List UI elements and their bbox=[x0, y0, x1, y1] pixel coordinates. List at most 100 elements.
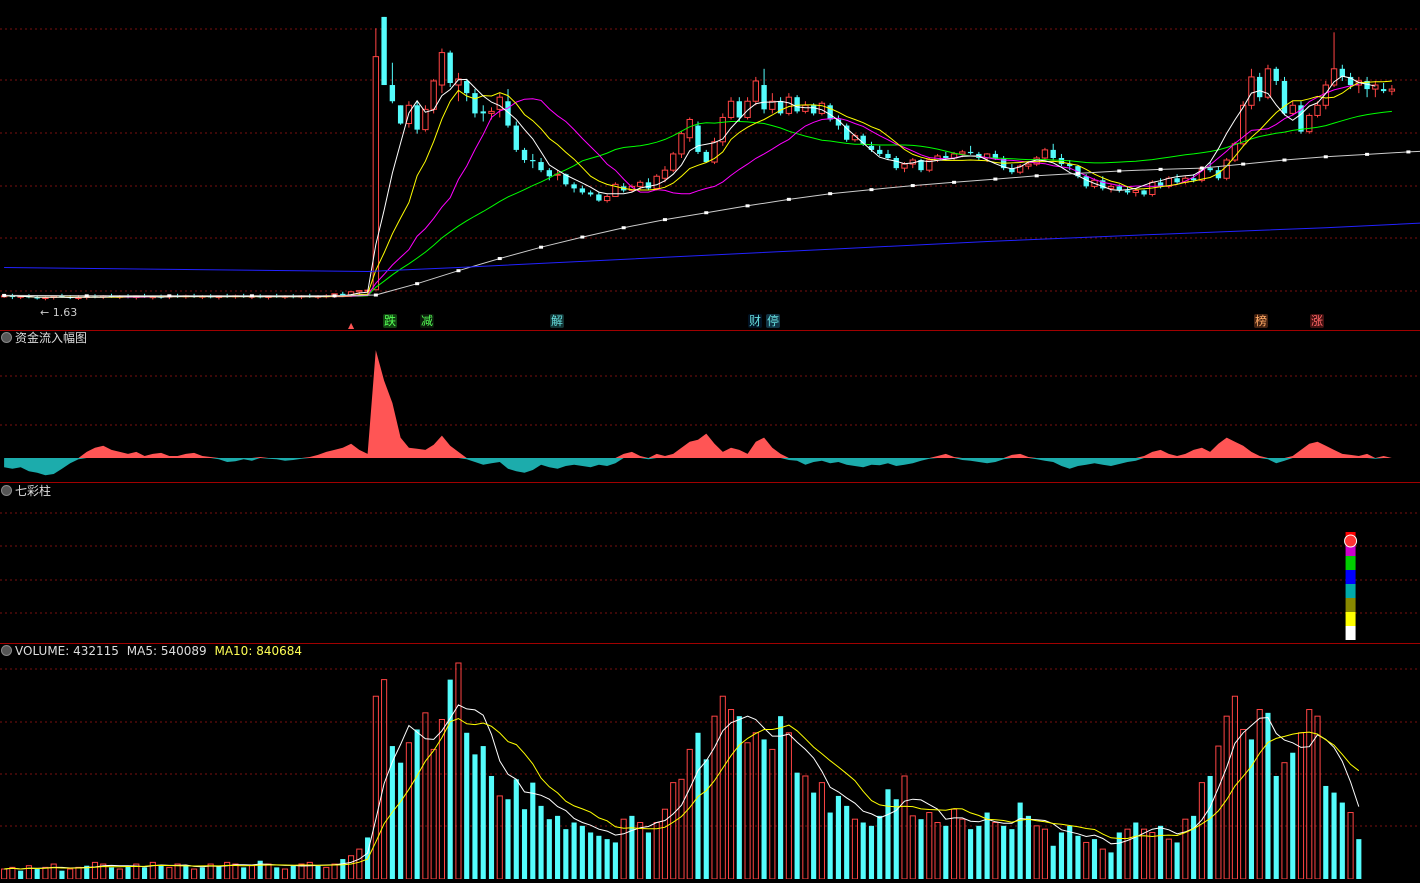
volume-bar-down bbox=[1067, 825, 1073, 879]
panel-toggle-icon[interactable] bbox=[1, 485, 12, 496]
volume-bar-down bbox=[778, 716, 784, 879]
volume-bar-up bbox=[1124, 828, 1131, 880]
volume-bar-down bbox=[447, 679, 453, 879]
volume-bar-down bbox=[968, 829, 974, 879]
volume-bar-down bbox=[612, 842, 618, 879]
volume-bar-down bbox=[521, 809, 528, 879]
rainbow-segment bbox=[1345, 556, 1356, 570]
signal-label[interactable]: 停 bbox=[766, 314, 781, 328]
signal-label[interactable]: 涨 bbox=[1310, 314, 1325, 328]
volume-bar-up bbox=[727, 709, 735, 880]
ma60-marker bbox=[828, 192, 833, 196]
candle-body-up bbox=[1025, 163, 1032, 167]
ma60-marker bbox=[952, 180, 957, 184]
volume-bar-down bbox=[1191, 815, 1197, 879]
volume-bar-down bbox=[398, 762, 404, 879]
volume-bar-up bbox=[224, 861, 231, 880]
signal-label[interactable]: 解 bbox=[550, 314, 565, 328]
ma60-marker bbox=[662, 218, 667, 222]
volume-bar-up bbox=[909, 815, 916, 880]
candle-body-down bbox=[794, 97, 800, 112]
volume-bar-down bbox=[1009, 829, 1015, 879]
volume-bar-up bbox=[50, 863, 57, 880]
candle-body-down bbox=[1380, 89, 1387, 92]
signal-label[interactable]: 减 bbox=[420, 314, 435, 328]
candle-body-up bbox=[1132, 189, 1139, 193]
volume-bar-up bbox=[323, 866, 330, 880]
candle-body-up bbox=[430, 80, 437, 110]
candle-body-up bbox=[1289, 104, 1296, 114]
volume-bar-down bbox=[1108, 852, 1114, 879]
candle-body-down bbox=[587, 192, 594, 195]
volume-panel[interactable] bbox=[1, 662, 1362, 880]
candle-body-up bbox=[1107, 185, 1115, 189]
volume-value: 432115 bbox=[73, 644, 119, 658]
volume-bar-down bbox=[1290, 752, 1296, 879]
rainbow-segment bbox=[1345, 570, 1356, 584]
volume-ma5-line bbox=[4, 704, 1360, 870]
ma60-marker bbox=[84, 294, 89, 298]
volume-bar-down bbox=[1356, 839, 1362, 879]
volume-bar-up bbox=[670, 782, 677, 880]
volume-bar-up bbox=[149, 861, 156, 880]
volume-bar-down bbox=[1207, 775, 1213, 879]
volume-bar-up bbox=[901, 775, 908, 880]
ma60-marker bbox=[1282, 158, 1287, 162]
volume-bar-up bbox=[1182, 818, 1189, 880]
ma60-marker bbox=[1323, 155, 1328, 159]
volume-bar-down bbox=[555, 815, 561, 879]
signal-label[interactable]: 财 bbox=[748, 314, 763, 328]
candle-body-down bbox=[1124, 190, 1131, 193]
volume-bar-up bbox=[678, 778, 685, 880]
volume-bar-down bbox=[835, 795, 841, 879]
rainbow-bar-panel[interactable] bbox=[1344, 532, 1358, 640]
fund-flow-panel[interactable] bbox=[4, 350, 1392, 476]
ma60-marker bbox=[621, 226, 626, 230]
volume-panel-title: VOLUME: 432115 MA5: 540089 MA10: 840684 bbox=[0, 644, 302, 658]
panel-toggle-icon[interactable] bbox=[1, 332, 12, 343]
volume-bar-up bbox=[331, 863, 338, 880]
candle-body-up bbox=[42, 296, 49, 299]
ma60-marker bbox=[167, 294, 172, 298]
candle-body-down bbox=[1050, 149, 1056, 158]
volume-bar-up bbox=[802, 775, 809, 880]
candle-body-down bbox=[1273, 68, 1279, 81]
volume-bar-down bbox=[513, 779, 519, 879]
volume-bar-down bbox=[315, 865, 321, 879]
candle-body-down bbox=[703, 151, 709, 163]
candle-body-down bbox=[943, 155, 949, 158]
volume-bar-up bbox=[851, 818, 859, 880]
candle-body-up bbox=[661, 169, 669, 179]
candle-body-up bbox=[802, 104, 809, 112]
volume-bar-up bbox=[348, 855, 355, 880]
signal-labels: 跌 减 解 财停 榜 涨 ▲ bbox=[0, 314, 1420, 330]
volume-bar-down bbox=[868, 825, 875, 879]
candle-body-down bbox=[447, 52, 453, 83]
panel-toggle-icon[interactable] bbox=[1, 645, 12, 656]
candle-body-down bbox=[645, 182, 652, 189]
ma60-marker bbox=[580, 235, 585, 239]
volume-bar-down bbox=[976, 825, 982, 879]
rainbow-segment bbox=[1345, 612, 1356, 626]
volume-bar-up bbox=[1231, 695, 1238, 880]
volume-bar-down bbox=[1017, 802, 1023, 879]
volume-bar-down bbox=[1265, 712, 1271, 879]
volume-bar-down bbox=[885, 789, 891, 879]
ma60-marker bbox=[1075, 171, 1080, 175]
volume-bar-up bbox=[1165, 838, 1172, 880]
ma60-marker bbox=[993, 177, 998, 181]
volume-bar-up bbox=[67, 868, 74, 880]
candle-body-down bbox=[1141, 190, 1147, 195]
volume-bar-up bbox=[281, 868, 289, 880]
signal-label[interactable]: 榜 bbox=[1254, 314, 1269, 328]
signal-label[interactable]: 跌 bbox=[383, 314, 398, 328]
volume-bar-up bbox=[744, 742, 751, 880]
candle-body-down bbox=[1083, 176, 1089, 187]
volume-bar-down bbox=[844, 805, 850, 879]
ma10-line bbox=[4, 80, 1392, 298]
candle-body-up bbox=[1041, 149, 1049, 159]
volume-bar-down bbox=[125, 865, 131, 879]
volume-bar-up bbox=[1297, 732, 1305, 880]
price-panel[interactable] bbox=[0, 16, 1420, 301]
flow-positive-area bbox=[4, 350, 1392, 458]
